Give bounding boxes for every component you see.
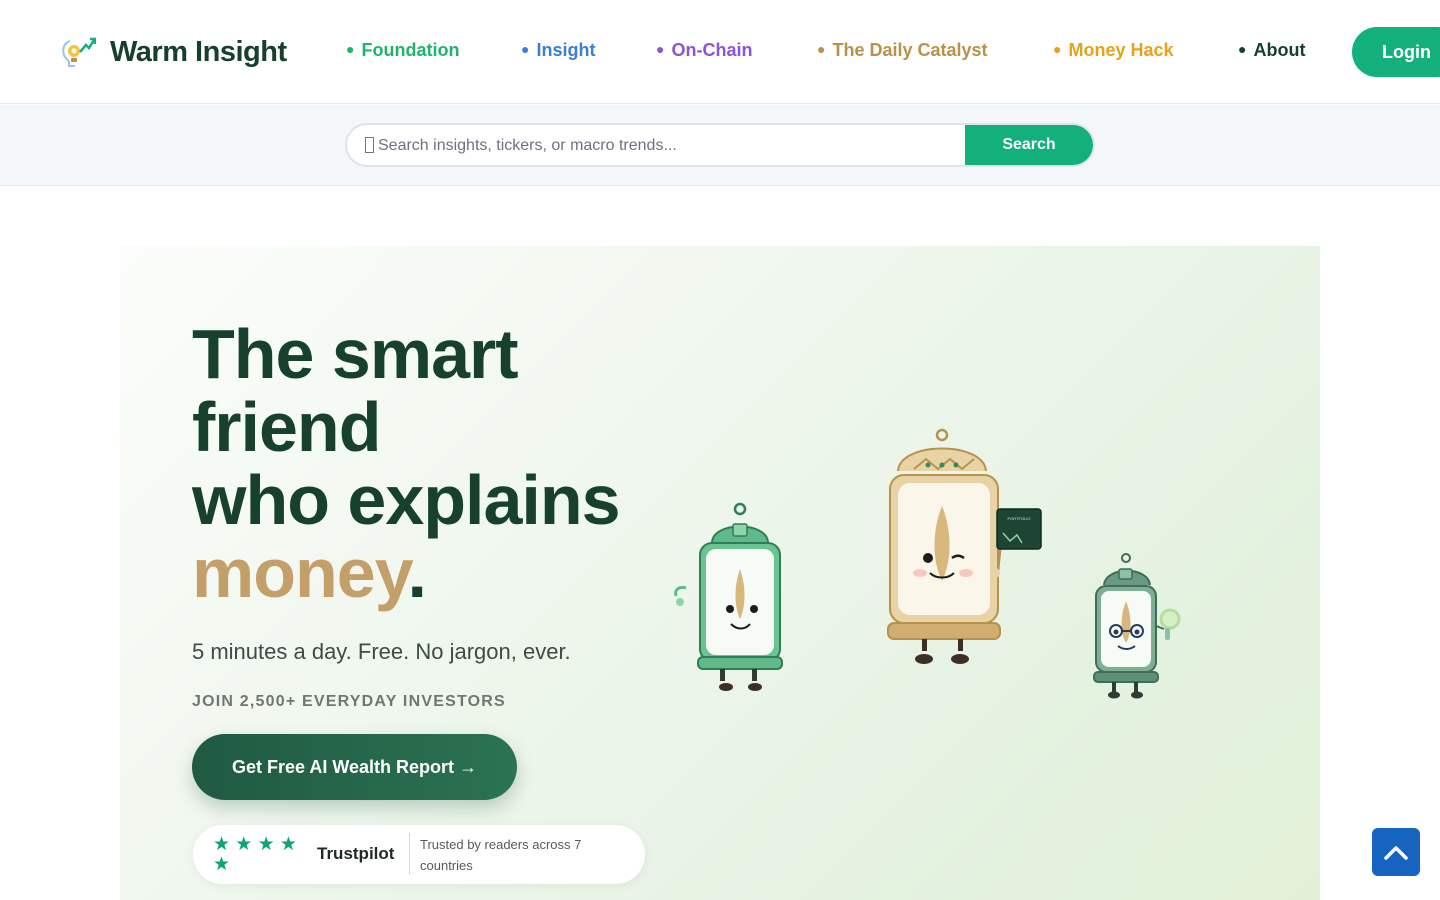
board-label: PORTFOLIO [1007,516,1030,521]
brand-name: Warm Insight [110,35,287,68]
bullet-icon: ● [1238,41,1247,57]
bullet-icon: ● [1053,41,1062,57]
search-button[interactable]: Search [965,125,1093,165]
hero-subhead: 5 minutes a day. Free. No jargon, ever. [192,639,571,664]
trust-badge: ★ ★ ★ ★ ★ Trustpilot Trusted by readers … [193,825,645,884]
nav-item-insight[interactable]: ● Insight [521,40,595,61]
bullet-icon: ● [817,41,826,57]
nav-item-label: Insight [536,40,596,60]
nav-item-on-chain[interactable]: ● On-Chain [656,40,752,61]
small-lantern-mascot [1093,553,1181,699]
nav-item-label: Foundation [361,40,460,60]
join-count: JOIN 2,500+ EVERYDAY INVESTORS [192,693,506,710]
divider [409,833,410,875]
chevron-up-icon [1384,846,1408,860]
nav-item-label: On-Chain [671,40,753,60]
nav-item-about[interactable]: ● About [1238,40,1305,61]
headline-line-3: who explains [192,461,621,539]
search-band: Search [0,105,1440,186]
login-button[interactable]: Login [1352,27,1440,77]
nav-item-label: About [1253,40,1306,60]
bullet-icon: ● [521,41,530,57]
headline-period: . [407,534,426,612]
headline-line-2: friend [192,388,381,466]
search-bar: Search [345,123,1095,167]
headline-line-1: The smart [192,315,519,393]
green-lantern-mascot [674,502,783,691]
get-report-button[interactable]: Get Free AI Wealth Report → [192,734,517,800]
trustpilot-label: Trustpilot [317,844,395,863]
bullet-icon: ● [346,41,355,57]
headline-highlight: money [192,534,408,612]
brand-logo[interactable]: Warm Insight [60,34,287,70]
hero-section: The smart friend who explains money. 5 m… [120,246,1320,900]
nav-item-foundation[interactable]: ● Foundation [346,40,459,61]
trust-text: Trusted by readers across 7 countries [420,837,582,873]
nav-item-label: Money Hack [1068,40,1174,60]
hero-headline: The smart friend who explains money. [192,315,621,612]
lantern-mascots-illustration: PORTFOLIO [674,428,1181,699]
lightbulb-growth-icon [62,37,96,67]
gold-lantern-mascot: PORTFOLIO [887,428,1042,664]
search-input[interactable] [363,134,963,158]
site-header: Warm Insight ● Foundation ● Insight ● On-Ch… [0,0,1440,104]
nav-item-money-hack[interactable]: ● Money Hack [1053,40,1174,61]
rating-stars-icon: ★ ★ ★ ★ ★ [213,834,297,875]
scroll-to-top-button[interactable] [1372,828,1420,876]
bullet-icon: ● [656,41,665,57]
nav-item-label: The Daily Catalyst [832,40,988,60]
nav-item-daily-catalyst[interactable]: ● The Daily Catalyst [817,40,988,61]
